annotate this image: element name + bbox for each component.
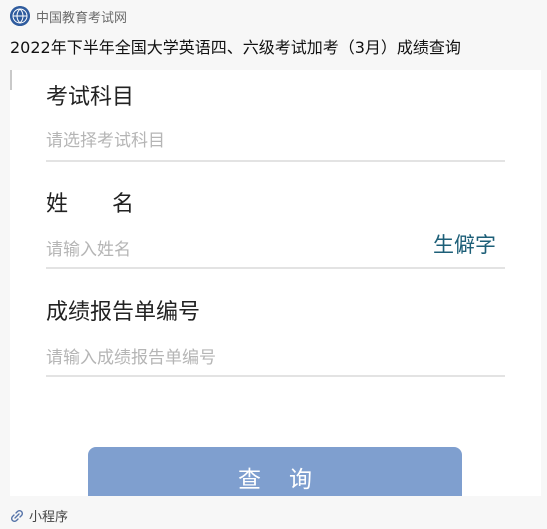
- globe-logo-icon: [10, 6, 30, 26]
- article-title[interactable]: 2022年下半年全国大学英语四、六级考试加考（3月）成绩查询: [10, 34, 461, 58]
- subject-underline: [46, 160, 505, 162]
- embedded-query-form: 考试科目 请选择考试科目 姓 名 请输入姓名 生僻字 成绩报告单编号 请输入成绩…: [10, 70, 541, 496]
- subject-select[interactable]: 请选择考试科目: [46, 126, 165, 151]
- subject-label: 考试科目: [46, 85, 135, 110]
- source-header[interactable]: 中国教育考试网: [10, 6, 127, 26]
- mini-program-label: 小程序: [29, 510, 69, 525]
- query-button[interactable]: 查询: [88, 447, 462, 496]
- report-number-underline: [46, 375, 505, 377]
- link-icon: [10, 509, 24, 523]
- name-label: 姓 名: [46, 192, 135, 217]
- mini-program-link[interactable]: 小程序: [10, 506, 68, 525]
- report-number-label: 成绩报告单编号: [46, 300, 201, 325]
- name-input[interactable]: 请输入姓名: [46, 235, 131, 260]
- report-number-input[interactable]: 请输入成绩报告单编号: [46, 343, 216, 368]
- rare-character-button[interactable]: 生僻字: [433, 229, 496, 259]
- divider: [10, 70, 12, 90]
- source-name[interactable]: 中国教育考试网: [36, 7, 127, 26]
- post-card: 中国教育考试网 2022年下半年全国大学英语四、六级考试加考（3月）成绩查询 考…: [0, 0, 547, 529]
- name-underline: [46, 267, 505, 269]
